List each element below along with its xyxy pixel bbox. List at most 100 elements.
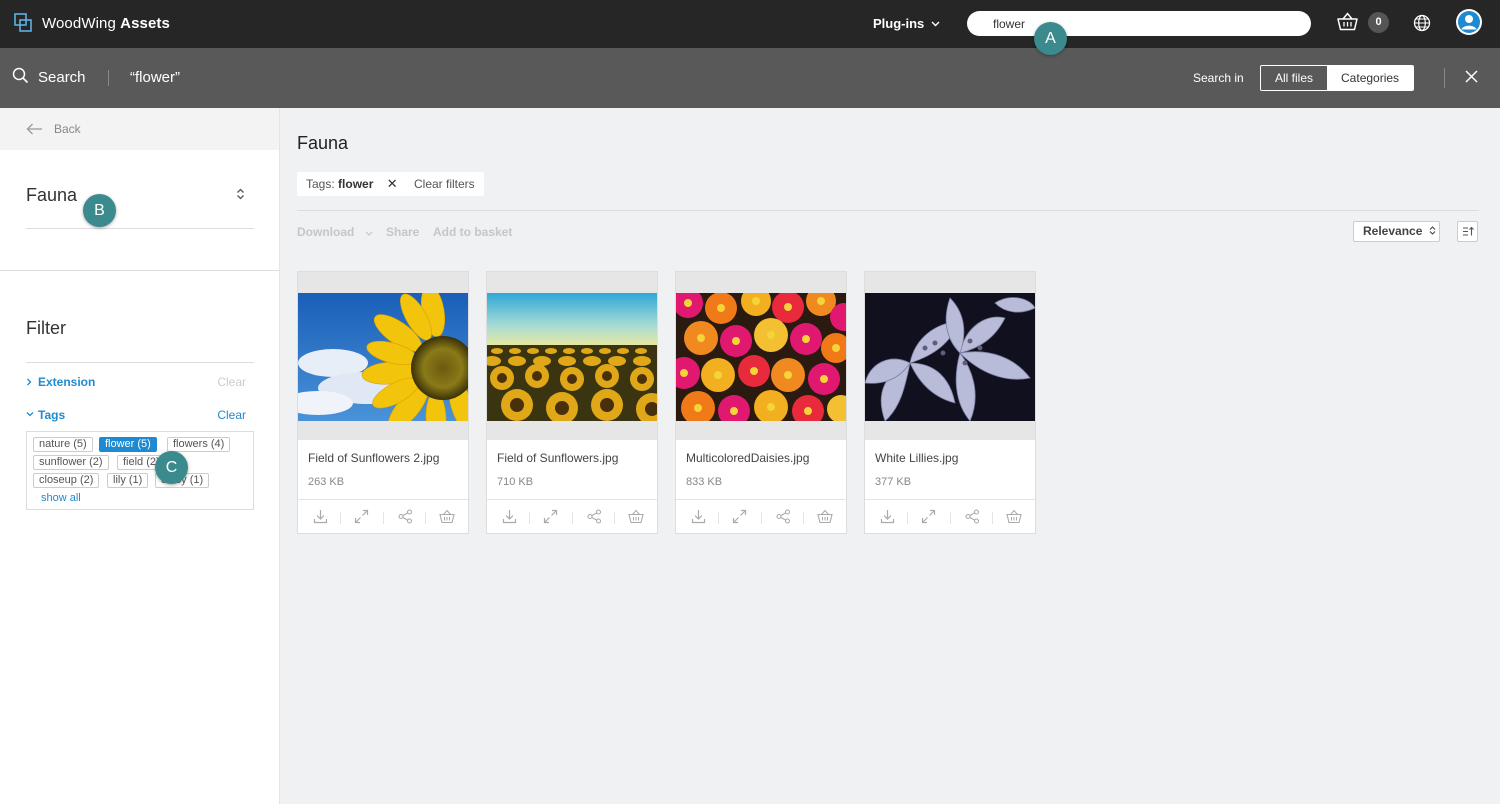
callout-badge-c: C bbox=[155, 451, 188, 484]
asset-name[interactable]: White Lillies.jpg bbox=[875, 451, 958, 465]
share-icon[interactable] bbox=[587, 509, 602, 524]
asset-card[interactable]: Field of Sunflowers 2.jpg 263 KB bbox=[297, 271, 469, 534]
show-all-tags-link[interactable]: show all bbox=[41, 492, 81, 504]
colorful-daisies-image bbox=[676, 293, 846, 421]
divider bbox=[761, 512, 762, 524]
add-to-basket-button[interactable]: Add to basket bbox=[433, 225, 512, 239]
basket-icon[interactable] bbox=[817, 509, 833, 524]
divider bbox=[425, 512, 426, 524]
sidebar: Back Fauna Filter Extension Clear Tags C… bbox=[0, 108, 280, 804]
basket-icon[interactable] bbox=[439, 509, 455, 524]
divider bbox=[803, 512, 804, 524]
remove-filter-icon[interactable]: ✕ bbox=[387, 176, 398, 191]
asset-thumbnail[interactable] bbox=[298, 272, 468, 440]
category-title: Fauna bbox=[26, 185, 78, 205]
download-icon[interactable] bbox=[880, 509, 895, 524]
asset-thumbnail[interactable] bbox=[865, 272, 1035, 440]
tag-sunflower[interactable]: sunflower (2) bbox=[33, 455, 109, 470]
asset-name[interactable]: MulticoloredDaisies.jpg bbox=[686, 451, 809, 465]
tag-list: nature (5) flower (5) flowers (4) sunflo… bbox=[26, 431, 254, 510]
divider bbox=[529, 512, 530, 524]
asset-thumbnail[interactable] bbox=[487, 272, 657, 440]
search-results-bar: Search “flower” Search in All files Cate… bbox=[0, 48, 1500, 108]
search-scope-toggle: All files Categories bbox=[1260, 65, 1415, 91]
tag-flowers[interactable]: flowers (4) bbox=[167, 437, 231, 452]
divider bbox=[992, 512, 993, 524]
expand-icon[interactable] bbox=[354, 509, 369, 524]
asset-size: 710 KB bbox=[497, 476, 534, 488]
download-label: Download bbox=[297, 225, 355, 239]
divider bbox=[383, 512, 384, 524]
close-icon[interactable] bbox=[1465, 70, 1478, 83]
expand-icon[interactable] bbox=[921, 509, 936, 524]
callout-badge-a: A bbox=[1034, 22, 1067, 55]
divider bbox=[26, 362, 254, 363]
facet-clear-link[interactable]: Clear bbox=[217, 408, 246, 422]
asset-actions bbox=[298, 499, 468, 533]
plugins-menu[interactable]: Plug-ins bbox=[873, 16, 940, 31]
sort-direction-icon bbox=[1463, 226, 1474, 236]
sort-select[interactable]: Relevance bbox=[1353, 221, 1440, 242]
expand-icon[interactable] bbox=[543, 509, 558, 524]
brand-product: Assets bbox=[120, 14, 170, 32]
globe-icon[interactable] bbox=[1413, 14, 1431, 32]
divider bbox=[718, 512, 719, 524]
asset-name[interactable]: Field of Sunflowers.jpg bbox=[497, 451, 618, 465]
tag-nature[interactable]: nature (5) bbox=[33, 437, 93, 452]
brand-name: WoodWing bbox=[42, 14, 116, 32]
global-search-input[interactable] bbox=[967, 11, 1311, 36]
facet-name: Extension bbox=[38, 375, 96, 389]
divider bbox=[614, 512, 615, 524]
filter-chip-prefix: Tags: bbox=[306, 177, 335, 191]
basket-icon[interactable] bbox=[628, 509, 644, 524]
callout-badge-b: B bbox=[83, 194, 116, 227]
divider bbox=[1444, 68, 1445, 88]
facet-tags[interactable]: Tags Clear bbox=[26, 408, 254, 424]
asset-card[interactable]: MulticoloredDaisies.jpg 833 KB bbox=[675, 271, 847, 534]
user-icon bbox=[1458, 11, 1480, 33]
scope-all-files-button[interactable]: All files bbox=[1261, 66, 1328, 90]
back-label: Back bbox=[54, 122, 81, 136]
download-icon[interactable] bbox=[502, 509, 517, 524]
facet-extension[interactable]: Extension Clear bbox=[26, 375, 254, 391]
asset-thumbnail[interactable] bbox=[676, 272, 846, 440]
tag-closeup[interactable]: closeup (2) bbox=[33, 473, 100, 488]
search-icon bbox=[12, 67, 29, 84]
asset-card[interactable]: White Lillies.jpg 377 KB bbox=[864, 271, 1036, 534]
sort-updown-icon[interactable] bbox=[236, 188, 245, 200]
basket-icon[interactable] bbox=[1337, 12, 1358, 31]
scope-categories-button[interactable]: Categories bbox=[1327, 66, 1414, 90]
user-avatar[interactable] bbox=[1456, 9, 1482, 35]
download-button[interactable]: Download bbox=[297, 225, 373, 239]
filter-chip-value: flower bbox=[338, 177, 374, 191]
asset-size: 263 KB bbox=[308, 476, 345, 488]
download-icon[interactable] bbox=[691, 509, 706, 524]
page-title: Fauna bbox=[297, 133, 349, 153]
share-icon[interactable] bbox=[965, 509, 980, 524]
share-icon[interactable] bbox=[398, 509, 413, 524]
asset-actions bbox=[865, 499, 1035, 533]
facet-clear-link[interactable]: Clear bbox=[217, 375, 246, 389]
plugins-label: Plug-ins bbox=[873, 16, 925, 31]
tag-lily[interactable]: lily (1) bbox=[107, 473, 149, 488]
sunflower-closeup-image bbox=[298, 293, 468, 421]
facet-name: Tags bbox=[38, 408, 66, 422]
asset-actions bbox=[676, 499, 846, 533]
tag-flower[interactable]: flower (5) bbox=[99, 437, 157, 452]
sort-direction-button[interactable] bbox=[1457, 221, 1478, 242]
divider bbox=[340, 512, 341, 524]
chevron-down-icon bbox=[26, 412, 34, 417]
sunflower-field-image bbox=[487, 293, 657, 421]
sort-label: Relevance bbox=[1363, 224, 1423, 238]
app-logo[interactable]: WoodWing Assets bbox=[14, 13, 170, 33]
clear-filters-button[interactable]: Clear filters bbox=[405, 172, 484, 196]
expand-icon[interactable] bbox=[732, 509, 747, 524]
asset-name[interactable]: Field of Sunflowers 2.jpg bbox=[308, 451, 439, 465]
share-icon[interactable] bbox=[776, 509, 791, 524]
asset-card[interactable]: Field of Sunflowers.jpg 710 KB bbox=[486, 271, 658, 534]
download-icon[interactable] bbox=[313, 509, 328, 524]
share-button[interactable]: Share bbox=[386, 225, 419, 239]
back-button[interactable]: Back bbox=[0, 108, 279, 150]
basket-icon[interactable] bbox=[1006, 509, 1022, 524]
asset-size: 833 KB bbox=[686, 476, 723, 488]
